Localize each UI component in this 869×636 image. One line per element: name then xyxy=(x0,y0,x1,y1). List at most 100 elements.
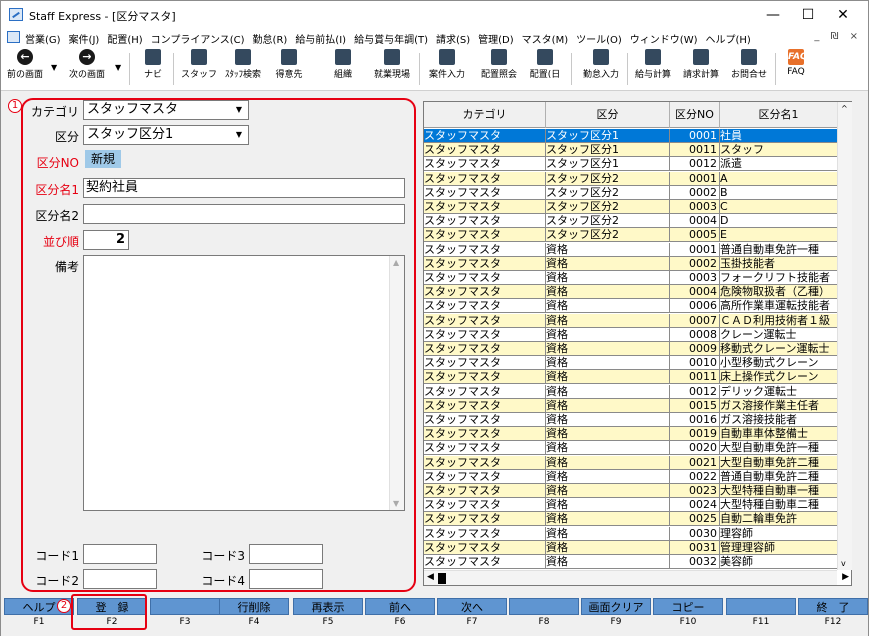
attendance-input-button[interactable]: 勤怠入力 xyxy=(579,49,623,80)
table-cell: D xyxy=(720,214,838,229)
memo-textarea[interactable]: ▲ ▼ xyxy=(83,255,405,511)
table-row[interactable]: スタッフマスタ 資格 0002 玉掛技能者 xyxy=(424,256,838,271)
scroll-thumb[interactable] xyxy=(438,573,446,584)
site-button[interactable]: 就業現場 xyxy=(369,49,415,80)
col-header-kubun-no[interactable]: 区分NO xyxy=(670,102,720,128)
table-row[interactable]: スタッフマスタ 資格 0007 ＣＡＤ利用技術者１級 xyxy=(424,313,838,328)
table-row[interactable]: スタッフマスタ スタッフ区分1 0011 スタッフ xyxy=(424,143,838,158)
scroll-right-icon[interactable]: ▶ xyxy=(842,572,849,582)
code1-input[interactable] xyxy=(83,544,157,564)
table-row[interactable]: スタッフマスタ 資格 0023 大型特種自動車一種 xyxy=(424,484,838,498)
code3-input[interactable] xyxy=(249,544,323,564)
fkey-f5-button[interactable]: 再表示 xyxy=(293,598,363,615)
table-row[interactable]: スタッフマスタ 資格 0008 クレーン運転士 xyxy=(424,327,838,342)
menu-item[interactable]: 請求(S) xyxy=(436,35,470,46)
table-row[interactable]: スタッフマスタ 資格 0011 床上操作式クレーン xyxy=(424,370,838,385)
staff-search-button[interactable]: ｽﾀｯﾌ検索 xyxy=(221,49,265,80)
fkey-f12-button[interactable]: 終 了 xyxy=(798,598,868,615)
menu-item[interactable]: 勤怠(R) xyxy=(253,35,288,46)
category-select[interactable]: スタッフマスタ ▼ xyxy=(83,100,249,120)
menu-item[interactable]: 給与賞与年調(T) xyxy=(354,35,428,46)
menu-item[interactable]: 給与前払(I) xyxy=(295,35,346,46)
table-row[interactable]: スタッフマスタ 資格 0022 普通自動車免許二種 xyxy=(424,469,838,484)
fkey-f4-button[interactable]: 行削除 xyxy=(219,598,289,615)
table-row[interactable]: スタッフマスタ 資格 0021 大型自動車免許二種 xyxy=(424,455,838,470)
fkey-f10-button[interactable]: コピー xyxy=(653,598,723,615)
menu-item[interactable]: マスタ(M) xyxy=(522,35,568,46)
table-row[interactable]: スタッフマスタ 資格 0003 フォークリフト技能者 xyxy=(424,271,838,285)
org-button[interactable]: 組織 xyxy=(323,49,363,80)
table-row[interactable]: スタッフマスタ 資格 0020 大型自動車免許一種 xyxy=(424,441,838,456)
inquiry-button[interactable]: お問合せ xyxy=(727,49,771,80)
bill-calc-button[interactable]: 請求計算 xyxy=(679,49,723,80)
back-dropdown-icon[interactable]: ▼ xyxy=(51,63,57,72)
table-row[interactable]: スタッフマスタ 資格 0001 普通自動車免許一種 xyxy=(424,242,838,257)
table-row[interactable]: スタッフマスタ 資格 0016 ガス溶接技能者 xyxy=(424,413,838,427)
menu-item[interactable]: ウィンドウ(W) xyxy=(630,35,698,46)
maximize-button[interactable]: ☐ xyxy=(788,4,828,26)
table-row[interactable]: スタッフマスタ 資格 0032 美容師 xyxy=(424,555,838,569)
table-row[interactable]: スタッフマスタ 資格 0019 自動車車体整備士 xyxy=(424,427,838,442)
name1-input[interactable]: 契約社員 xyxy=(83,178,405,198)
table-row[interactable]: スタッフマスタ 資格 0024 大型特種自動車二種 xyxy=(424,498,838,513)
minimize-button[interactable]: — xyxy=(753,4,793,26)
table-row[interactable]: スタッフマスタ スタッフ区分2 0005 E xyxy=(424,228,838,243)
fkey-f11-button[interactable] xyxy=(726,598,796,615)
menu-item[interactable]: ツール(O) xyxy=(576,35,622,46)
table-row[interactable]: スタッフマスタ 資格 0012 デリック運転士 xyxy=(424,384,838,399)
kubun-select[interactable]: スタッフ区分1 ▼ xyxy=(83,125,249,145)
order-input[interactable]: 2 xyxy=(83,230,129,250)
name2-input[interactable] xyxy=(83,204,405,224)
table-row[interactable]: スタッフマスタ 資格 0025 自動二輪車免許 xyxy=(424,512,838,527)
table-row[interactable]: スタッフマスタ 資格 0031 管理理容師 xyxy=(424,540,838,555)
scroll-up-icon[interactable]: ^ xyxy=(841,104,848,113)
table-row[interactable]: スタッフマスタ 資格 0015 ガス溶接作業主任者 xyxy=(424,398,838,413)
faq-button[interactable]: FAQ FAQ xyxy=(781,49,811,77)
fkey-f6-button[interactable]: 前へ xyxy=(365,598,435,615)
menu-item[interactable]: 管理(D) xyxy=(478,35,514,46)
col-header-category[interactable]: カテゴリ xyxy=(424,102,546,128)
menu-item[interactable]: 営業(G) xyxy=(25,35,61,46)
table-row[interactable]: スタッフマスタ 資格 0004 危険物取扱者（乙種） xyxy=(424,285,838,300)
fkey-f8-button[interactable] xyxy=(509,598,579,615)
col-header-name1[interactable]: 区分名1 xyxy=(720,102,838,128)
pay-calc-button[interactable]: 給与計算 xyxy=(631,49,675,80)
fkey-f9-button[interactable]: 画面クリア xyxy=(581,598,651,615)
table-row[interactable]: スタッフマスタ 資格 0030 理容師 xyxy=(424,526,838,541)
forward-dropdown-icon[interactable]: ▼ xyxy=(115,63,121,72)
fkey-f7-button[interactable]: 次へ xyxy=(437,598,507,615)
scroll-left-icon[interactable]: ◀ xyxy=(427,572,434,582)
client-button[interactable]: 得意先 xyxy=(269,49,309,80)
placement-day-button[interactable]: 配置(日 xyxy=(525,49,565,80)
mdi-window-controls[interactable]: _ ₪ × xyxy=(814,31,862,42)
table-row[interactable]: スタッフマスタ 資格 0009 移動式クレーン運転士 xyxy=(424,342,838,356)
table-row[interactable]: スタッフマスタ スタッフ区分1 0001 社員 xyxy=(424,129,838,143)
memo-scrollbar[interactable]: ▲ ▼ xyxy=(389,256,404,510)
table-row[interactable]: スタッフマスタ スタッフ区分2 0001 A xyxy=(424,171,838,186)
fkey-f3-button[interactable] xyxy=(150,598,220,615)
kubun-grid[interactable]: カテゴリ 区分 区分NO 区分名1 スタッフマスタ スタッフ区分1 0001 社員 スタ… xyxy=(423,101,852,586)
grid-vertical-scrollbar[interactable]: ^ v xyxy=(837,102,852,570)
table-row[interactable]: スタッフマスタ 資格 0006 高所作業車運転技能者 xyxy=(424,299,838,314)
col-header-kubun[interactable]: 区分 xyxy=(546,102,670,128)
table-row[interactable]: スタッフマスタ スタッフ区分1 0012 派遣 xyxy=(424,157,838,172)
close-button[interactable]: ✕ xyxy=(823,4,863,26)
menu-item[interactable]: 配置(H) xyxy=(107,35,142,46)
code2-input[interactable] xyxy=(83,569,157,589)
menu-item[interactable]: 案件(J) xyxy=(69,35,100,46)
staff-button[interactable]: スタッフ xyxy=(179,49,219,80)
scroll-down-icon[interactable]: v xyxy=(841,559,846,568)
menu-item[interactable]: コンプライアンス(C) xyxy=(151,35,245,46)
menu-item[interactable]: ヘルプ(H) xyxy=(706,35,751,46)
placement-ref-button[interactable]: 配置照会 xyxy=(477,49,521,80)
grid-horizontal-scrollbar[interactable]: ◀ ▶ xyxy=(424,570,849,585)
navi-button[interactable]: ナビ xyxy=(141,49,165,80)
table-row[interactable]: スタッフマスタ スタッフ区分2 0002 B xyxy=(424,185,838,200)
table-row[interactable]: スタッフマスタ スタッフ区分2 0004 D xyxy=(424,214,838,229)
back-button[interactable]: ← 前の画面 xyxy=(5,49,45,80)
code4-input[interactable] xyxy=(249,569,323,589)
forward-button[interactable]: → 次の画面 xyxy=(65,49,109,80)
case-input-button[interactable]: 案件入力 xyxy=(425,49,469,80)
table-row[interactable]: スタッフマスタ スタッフ区分2 0003 C xyxy=(424,200,838,214)
table-row[interactable]: スタッフマスタ 資格 0010 小型移動式クレーン xyxy=(424,356,838,371)
